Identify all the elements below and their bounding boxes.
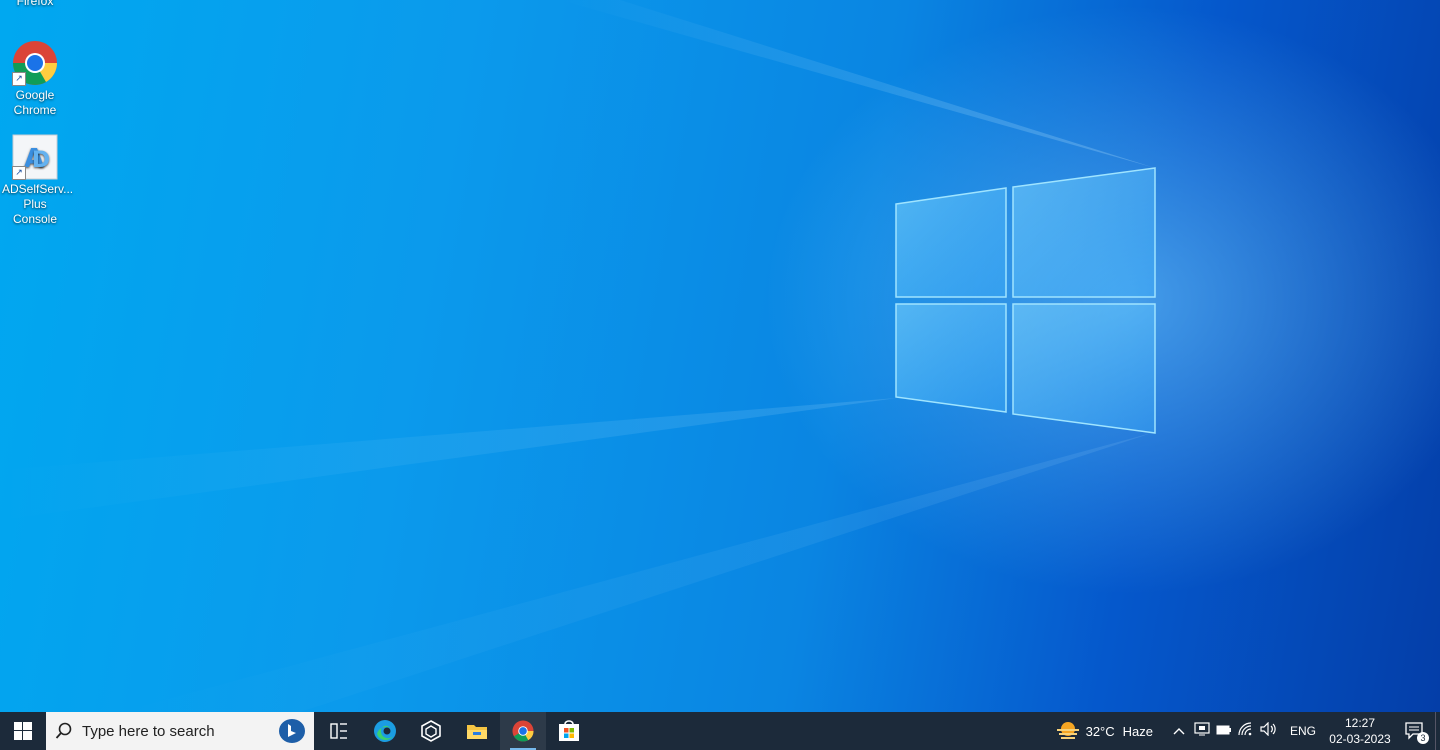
- wifi-icon: [1238, 721, 1252, 735]
- notification-count-badge: 3: [1417, 732, 1429, 744]
- haze-weather-icon: [1056, 722, 1079, 739]
- search-placeholder: Type here to search: [82, 722, 215, 740]
- desktop-icon-label: Google Chrome: [13, 88, 57, 117]
- desktop-icon-google-chrome[interactable]: ↗ Google Chrome: [2, 40, 68, 118]
- taskbar-cube-app[interactable]: [408, 712, 454, 750]
- language-indicator[interactable]: ENG: [1281, 724, 1325, 738]
- file-explorer-icon: [467, 725, 487, 739]
- chrome-icon: ↗: [12, 40, 58, 86]
- search-icon: [46, 722, 82, 740]
- action-center-button[interactable]: 3: [1395, 722, 1435, 744]
- show-hidden-icons-button[interactable]: [1167, 722, 1191, 740]
- bing-icon[interactable]: [278, 718, 306, 748]
- weather-condition: Haze: [1122, 723, 1153, 739]
- clock-date: 02-03-2023: [1329, 732, 1391, 746]
- taskbar-file-explorer[interactable]: [454, 712, 500, 750]
- taskbar-store[interactable]: [546, 712, 592, 750]
- speaker-icon: [1260, 721, 1276, 736]
- chrome-icon: [512, 720, 534, 742]
- cube-app-icon: [421, 720, 441, 742]
- edge-icon: [374, 720, 396, 742]
- weather-widget[interactable]: 32°C Haze: [1056, 720, 1153, 742]
- desktop-icon-label: ADSelfServ... Plus Console: [2, 182, 74, 226]
- weather-temperature: 32°C: [1085, 723, 1115, 739]
- search-box[interactable]: Type here to search: [46, 712, 314, 750]
- desktop-icon-adselfservice[interactable]: A D ↗ ADSelfServ... Plus Console: [2, 134, 74, 227]
- network-button[interactable]: [1235, 721, 1257, 741]
- battery-button[interactable]: [1213, 722, 1235, 740]
- chevron-up-icon: [1173, 728, 1185, 735]
- show-desktop-button[interactable]: [1435, 712, 1440, 750]
- desktop-icon-label: Firefox: [16, 0, 54, 8]
- battery-icon: [1216, 725, 1231, 735]
- system-tray: 32°C Haze ENG 12:27 02-03-2023 3: [1056, 712, 1440, 750]
- taskbar-chrome[interactable]: [500, 712, 546, 750]
- tray-app-button[interactable]: [1191, 721, 1213, 741]
- task-view-button[interactable]: [316, 712, 362, 750]
- taskbar-edge[interactable]: [362, 712, 408, 750]
- store-icon: [559, 720, 579, 741]
- svg-text:D: D: [32, 148, 50, 173]
- windows-logo-wallpaper: [0, 0, 1156, 712]
- desktop-wallpaper: Firefox ↗ Google Chrome A D ↗ ADSelfServ…: [0, 0, 1440, 712]
- start-button[interactable]: [0, 712, 46, 750]
- tray-app-icon: [1194, 721, 1210, 735]
- adselfservice-icon: A D ↗: [12, 134, 58, 180]
- volume-button[interactable]: [1257, 721, 1281, 741]
- clock-time: 12:27: [1344, 716, 1376, 730]
- task-view-icon: [330, 723, 347, 739]
- desktop-icon-firefox[interactable]: Firefox: [2, 0, 68, 9]
- taskbar: Type here to search 32°C Haze ENG 12:27 …: [0, 712, 1440, 750]
- clock[interactable]: 12:27 02-03-2023: [1325, 715, 1395, 747]
- windows-start-icon: [14, 722, 32, 740]
